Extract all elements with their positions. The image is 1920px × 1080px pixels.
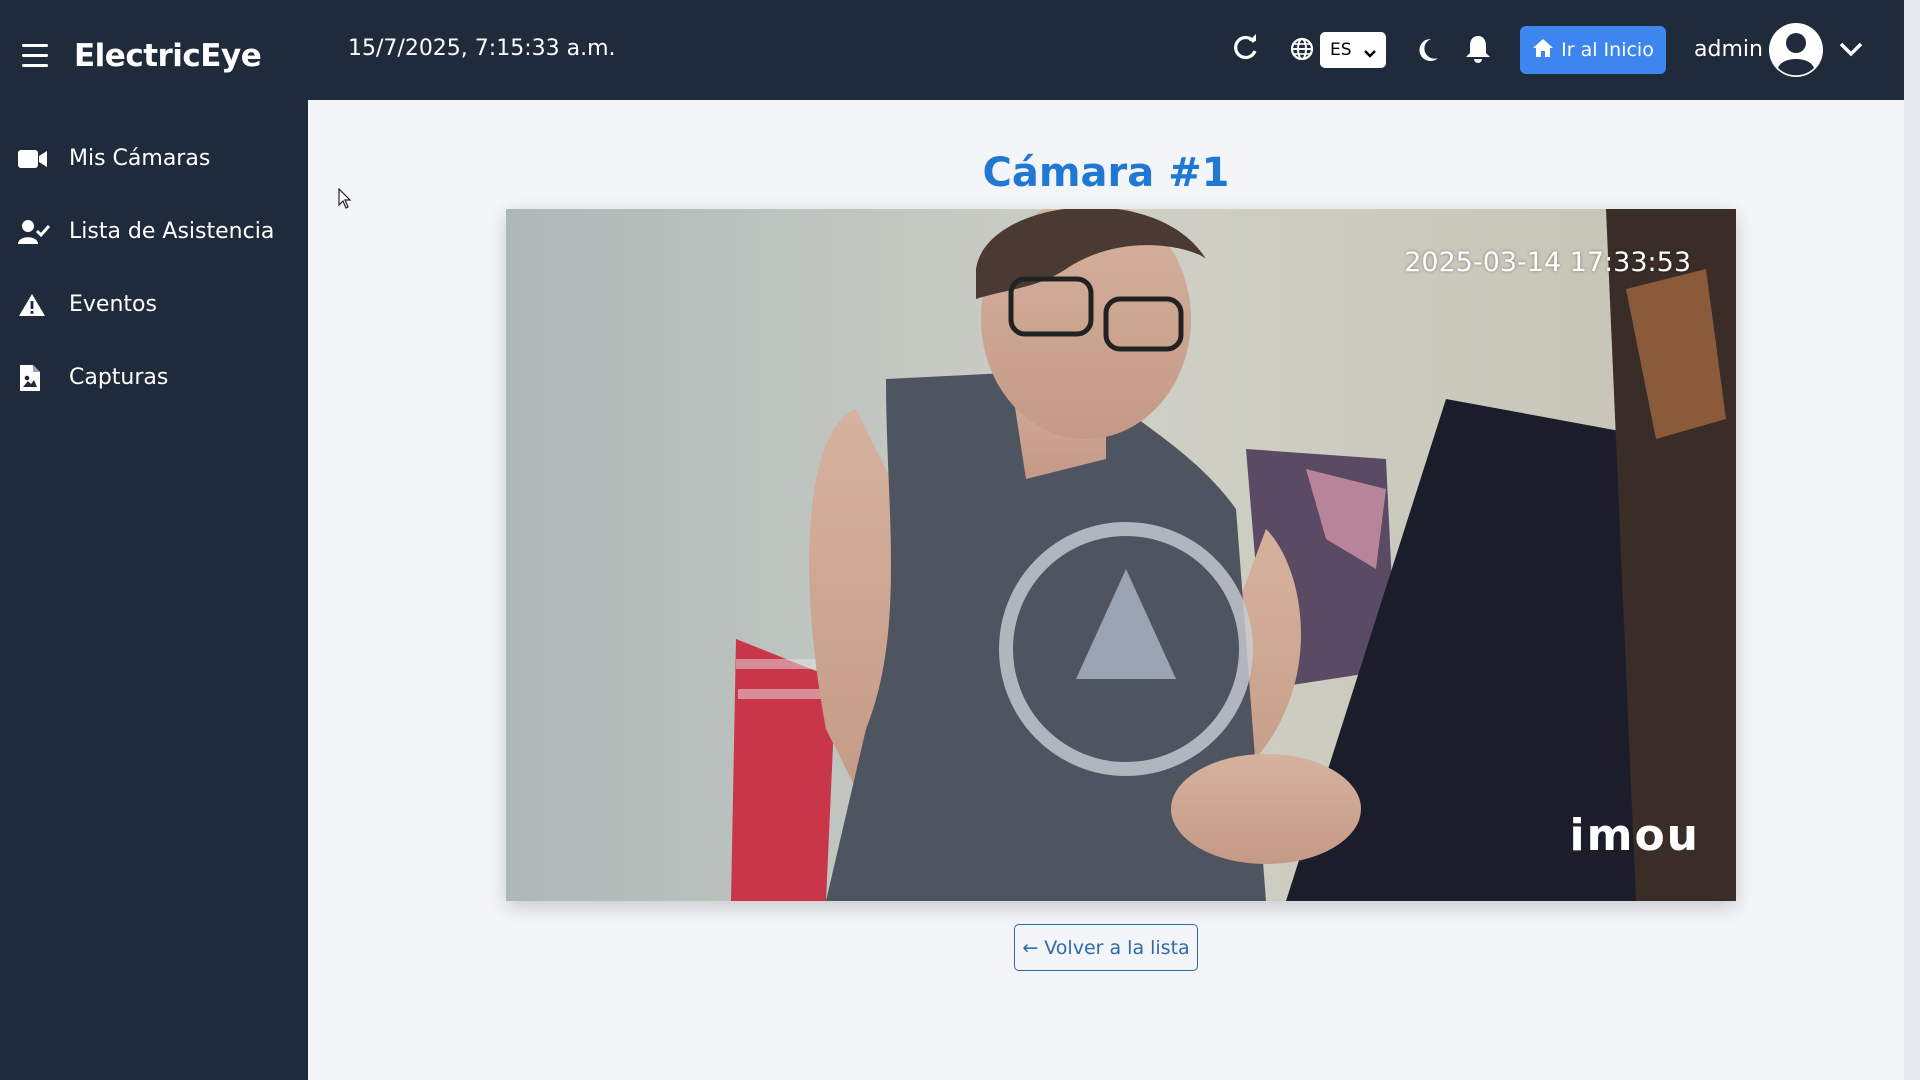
camera-timestamp: 2025-03-14 17:33:53 (1404, 247, 1691, 278)
sidebar: ElectricEye Mis Cámaras Lista de Asisten… (0, 0, 308, 1080)
moon-icon[interactable] (1414, 36, 1440, 68)
sidebar-item-eventos[interactable]: Eventos (0, 268, 308, 341)
home-icon (1532, 38, 1554, 63)
video-camera-icon (18, 145, 52, 173)
page-title: Cámara #1 (982, 150, 1230, 196)
top-header: 15/7/2025, 7:15:33 a.m. ES Ir al Inicio … (308, 0, 1904, 100)
refresh-icon[interactable] (1230, 33, 1260, 67)
sidebar-item-mis-camaras[interactable]: Mis Cámaras (0, 122, 308, 195)
camera-stream: 2025-03-14 17:33:53 imou (506, 209, 1736, 901)
sidebar-item-label: Eventos (69, 292, 157, 317)
globe-icon (1290, 37, 1314, 65)
camera-brand-watermark: imou (1569, 810, 1700, 861)
user-menu-chevron-icon[interactable] (1838, 38, 1864, 64)
app-brand: ElectricEye (74, 38, 262, 74)
go-home-button[interactable]: Ir al Inicio (1520, 26, 1666, 74)
sidebar-nav: Mis Cámaras Lista de Asistencia Eventos … (0, 122, 308, 414)
sidebar-item-label: Capturas (69, 365, 169, 390)
language-select[interactable]: ES (1320, 32, 1386, 68)
warning-icon (18, 291, 52, 319)
user-avatar-icon[interactable] (1768, 22, 1824, 78)
hamburger-menu-icon[interactable] (22, 44, 48, 68)
sidebar-item-lista-asistencia[interactable]: Lista de Asistencia (0, 195, 308, 268)
sidebar-item-label: Mis Cámaras (69, 146, 211, 171)
mouse-cursor-icon (338, 187, 352, 214)
main-content: Cámara #1 2025-03-14 17:33:53 imou ← Vol… (308, 100, 1904, 1080)
brand-row: ElectricEye (0, 0, 308, 114)
back-to-list-button[interactable]: ← Volver a la lista (1014, 924, 1198, 971)
chevron-down-icon (1363, 44, 1377, 64)
user-check-icon (18, 218, 52, 246)
go-home-label: Ir al Inicio (1561, 39, 1654, 61)
current-datetime: 15/7/2025, 7:15:33 a.m. (348, 36, 616, 61)
sidebar-item-label: Lista de Asistencia (69, 219, 275, 244)
bell-icon[interactable] (1464, 34, 1492, 68)
camera-stream-image (506, 209, 1736, 901)
sidebar-item-capturas[interactable]: Capturas (0, 341, 308, 414)
language-value: ES (1330, 40, 1352, 60)
file-image-icon (18, 364, 52, 392)
username: admin (1694, 37, 1763, 62)
